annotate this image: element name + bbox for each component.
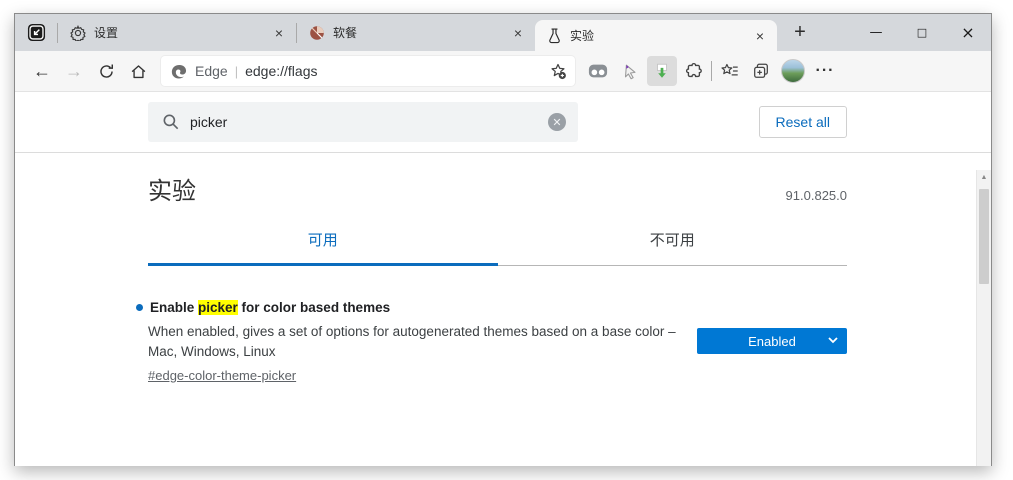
clear-search-icon[interactable]: ✕ bbox=[548, 113, 566, 131]
maximize-button[interactable]: □ bbox=[899, 14, 945, 51]
flag-state-dropdown[interactable]: Enabled bbox=[697, 328, 847, 354]
url-text[interactable]: edge://flags bbox=[245, 63, 542, 79]
collections-button[interactable] bbox=[746, 56, 776, 86]
browser-window: 设置 × 软餐 × 实验 × + — □ × ← → Edge | edge:/… bbox=[14, 13, 992, 466]
flag-title-text: Enable bbox=[150, 300, 199, 315]
favorites-button[interactable] bbox=[714, 56, 744, 86]
tab-available[interactable]: 可用 bbox=[148, 229, 498, 266]
tab-ruancan[interactable]: 软餐 × bbox=[297, 14, 535, 51]
address-separator: | bbox=[234, 63, 239, 79]
site-label: Edge bbox=[195, 63, 228, 79]
changed-flag-bullet-icon bbox=[136, 304, 143, 311]
back-icon: ← bbox=[33, 60, 51, 81]
settings-more-button[interactable]: ··· bbox=[810, 56, 840, 86]
puzzle-icon bbox=[685, 62, 703, 80]
flags-search-input[interactable] bbox=[190, 114, 538, 130]
new-tab-button[interactable]: + bbox=[785, 18, 815, 48]
home-icon bbox=[130, 63, 147, 80]
back-button[interactable]: ← bbox=[27, 56, 57, 86]
tab-close-icon[interactable]: × bbox=[509, 24, 527, 42]
scroll-up-arrow-icon[interactable]: ▲ bbox=[977, 170, 991, 185]
page-title: 实验 bbox=[148, 178, 196, 205]
extension-download-button[interactable] bbox=[647, 56, 677, 86]
edge-logo-icon bbox=[171, 63, 188, 80]
extension-cursor-button[interactable] bbox=[615, 56, 645, 86]
flags-section-tabs: 可用 不可用 bbox=[148, 229, 847, 266]
extensions-button[interactable] bbox=[679, 56, 709, 86]
version-label: 91.0.825.0 bbox=[785, 188, 847, 203]
flags-search-row: ✕ Reset all bbox=[15, 92, 991, 153]
tab-settings[interactable]: 设置 × bbox=[58, 14, 296, 51]
add-favorite-icon[interactable] bbox=[549, 62, 567, 80]
tab-actions-icon bbox=[27, 23, 46, 42]
refresh-button[interactable] bbox=[91, 56, 121, 86]
tab-actions-menu-button[interactable] bbox=[15, 14, 57, 51]
download-icon bbox=[653, 62, 671, 80]
forward-icon: → bbox=[65, 60, 83, 81]
search-icon bbox=[162, 113, 180, 131]
flags-page: ✕ Reset all 实验 91.0.825.0 可用 不可用 Enable … bbox=[15, 92, 991, 466]
flag-title: Enable picker for color based themes bbox=[136, 300, 678, 315]
tab-unavailable[interactable]: 不可用 bbox=[497, 229, 847, 266]
address-bar[interactable]: Edge | edge://flags bbox=[161, 56, 575, 86]
flags-search-box[interactable]: ✕ bbox=[148, 102, 578, 142]
collections-icon bbox=[752, 62, 770, 80]
more-icon: ··· bbox=[815, 62, 835, 79]
tab-experiments-active[interactable]: 实验 × bbox=[535, 20, 777, 51]
toolbar-separator bbox=[711, 61, 712, 81]
minimize-button[interactable]: — bbox=[853, 14, 899, 51]
forward-button[interactable]: → bbox=[59, 56, 89, 86]
flag-id-link[interactable]: #edge-color-theme-picker bbox=[148, 368, 296, 383]
search-match-highlight: picker bbox=[198, 300, 238, 315]
extension-goggles-button[interactable] bbox=[583, 56, 613, 86]
flag-info: Enable picker for color based themes Whe… bbox=[136, 300, 678, 385]
avatar bbox=[781, 59, 805, 83]
flask-icon bbox=[547, 28, 562, 44]
flag-entry: Enable picker for color based themes Whe… bbox=[136, 300, 847, 385]
tab-close-icon[interactable]: × bbox=[751, 27, 769, 45]
scrollbar-thumb[interactable] bbox=[979, 189, 989, 284]
close-button[interactable]: × bbox=[945, 14, 991, 51]
flags-header: 实验 91.0.825.0 bbox=[148, 171, 847, 206]
tab-title: 实验 bbox=[570, 29, 595, 43]
tab-title: 设置 bbox=[94, 26, 119, 40]
chevron-down-icon bbox=[828, 337, 838, 344]
flag-state-value: Enabled bbox=[748, 333, 796, 349]
tab-bar: 设置 × 软餐 × 实验 × + — □ × bbox=[15, 14, 991, 51]
tab-title: 软餐 bbox=[333, 26, 358, 40]
tab-close-icon[interactable]: × bbox=[270, 24, 288, 42]
flag-description: When enabled, gives a set of options for… bbox=[148, 324, 676, 359]
window-controls: — □ × bbox=[853, 14, 991, 51]
reset-all-button[interactable]: Reset all bbox=[758, 106, 847, 138]
profile-button[interactable] bbox=[778, 56, 808, 86]
favorites-star-list-icon bbox=[720, 62, 739, 80]
scrollbar[interactable]: ▲ bbox=[976, 170, 991, 466]
gear-icon bbox=[70, 24, 86, 41]
toolbar: ← → Edge | edge://flags ··· bbox=[15, 51, 991, 92]
goggles-icon bbox=[588, 63, 608, 79]
cursor-icon bbox=[621, 62, 639, 80]
refresh-icon bbox=[98, 63, 115, 80]
home-button[interactable] bbox=[123, 56, 153, 86]
site-favicon bbox=[309, 25, 325, 41]
flag-title-text: for color based themes bbox=[237, 300, 391, 315]
